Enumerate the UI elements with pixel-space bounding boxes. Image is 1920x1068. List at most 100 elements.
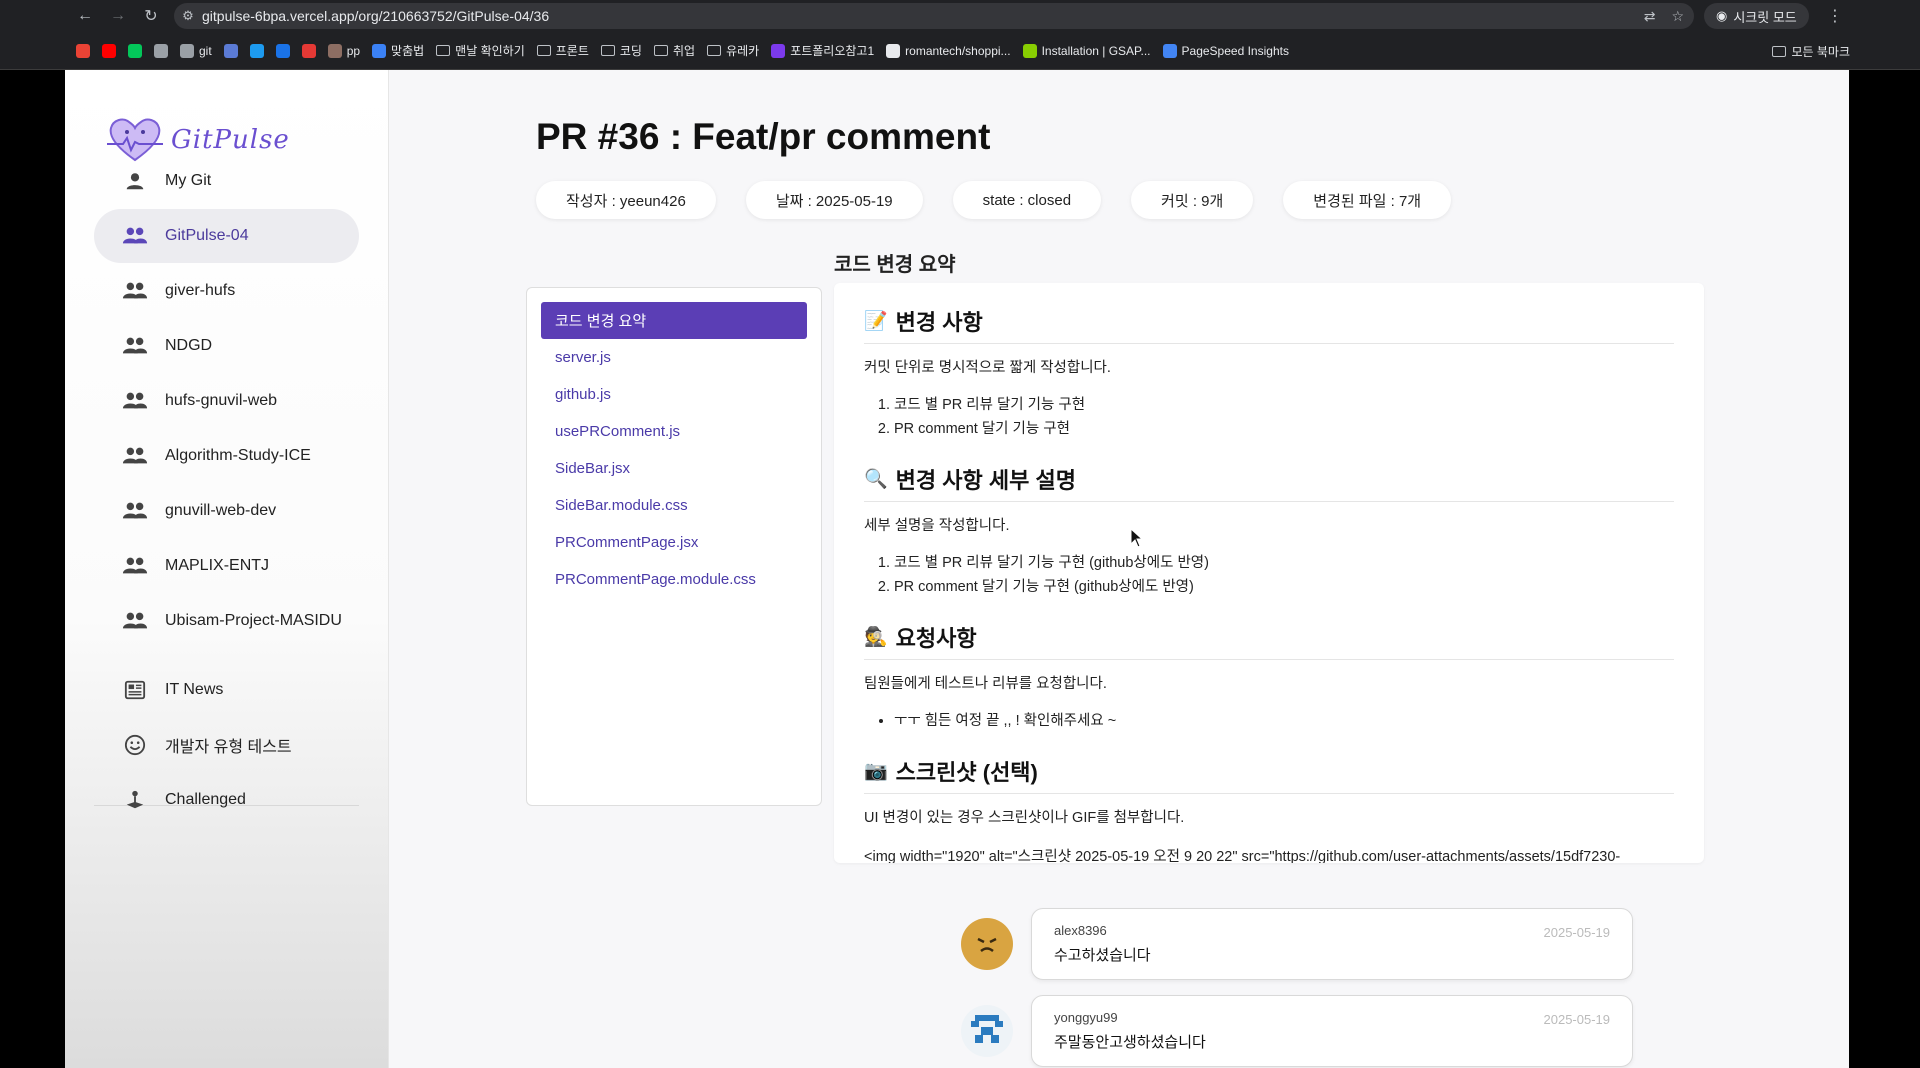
sidebar-item-label: My Git [165, 172, 212, 189]
sidebar-item[interactable]: Algorithm-Study-ICE [94, 429, 359, 483]
incognito-label: 시크릿 모드 [1733, 9, 1797, 25]
file-item[interactable]: server.js [541, 339, 807, 376]
screenshot-title: 스크린샷 (선택) [895, 760, 1038, 785]
bookmark-item[interactable] [76, 43, 90, 58]
group-icon [121, 555, 149, 577]
bookmark-item[interactable]: PageSpeed Insights [1162, 43, 1289, 58]
gmail-icon [76, 43, 90, 58]
bookmark-item[interactable]: 취업 [653, 42, 696, 59]
sidebar-item[interactable]: Challenged [94, 773, 359, 827]
pagespeed-icon [1162, 43, 1177, 58]
spell-icon [372, 43, 387, 58]
bookmark-label: 취업 [672, 44, 696, 58]
all-bookmarks-button[interactable]: 모든 북마크 [1772, 32, 1850, 70]
back-icon[interactable]: ← [70, 1, 100, 31]
group-icon [121, 500, 149, 522]
all-bookmarks-label: 모든 북마크 [1791, 44, 1850, 59]
file-item[interactable]: PRCommentPage.jsx [541, 524, 807, 561]
naver-icon [128, 43, 142, 58]
meta-pill: state : closed [952, 181, 1102, 219]
bookmark-label: git [199, 43, 212, 58]
sidebar-item[interactable]: gnuvill-web-dev [94, 484, 359, 538]
sidebar-item[interactable]: GitPulse-04 [94, 209, 359, 263]
bookmark-item[interactable] [154, 43, 168, 58]
bookmark-item[interactable]: 프론트 [536, 42, 589, 59]
list-item: PR comment 달기 기능 구현 (github상에도 반영) [894, 575, 1674, 599]
sidebar-item[interactable]: 개발자 유형 테스트 [94, 718, 359, 772]
avatar[interactable] [961, 1005, 1013, 1057]
avatar-icon [327, 43, 342, 58]
file-item[interactable]: 코드 변경 요약 [541, 302, 807, 339]
request-desc: 팀원들에게 테스트나 리뷰를 요청합니다. [864, 676, 1107, 692]
bookmark-item[interactable]: 포트폴리오참고1 [771, 42, 874, 59]
bookmark-star-icon[interactable]: ☆ [1671, 8, 1684, 25]
folder-icon [707, 45, 722, 56]
meta-pill: 날짜 : 2025-05-19 [745, 181, 923, 219]
bookmark-item[interactable]: Installation | GSAP... [1022, 43, 1151, 58]
bookmark-item[interactable]: 맞춤법 [372, 42, 424, 59]
meta-pill: 변경된 파일 : 7개 [1283, 181, 1452, 219]
screenshot-desc: UI 변경이 있는 경우 스크린샷이나 GIF를 첨부합니다. [864, 810, 1185, 826]
forward-icon[interactable]: → [103, 1, 133, 31]
request-heading: 🕵 요청사항 [864, 621, 1674, 660]
reload-icon[interactable]: ↻ [136, 1, 166, 31]
file-item[interactable]: SideBar.jsx [541, 450, 807, 487]
bookmark-item[interactable] [102, 43, 116, 58]
group-icon [121, 335, 149, 357]
file-item[interactable]: github.js [541, 376, 807, 413]
memo-icon: 📝 [864, 311, 888, 332]
bookmark-item[interactable] [275, 43, 290, 58]
file-item[interactable]: SideBar.module.css [541, 487, 807, 524]
bookmark-item[interactable] [249, 43, 264, 58]
sidebar-item[interactable]: giver-hufs [94, 264, 359, 318]
browser-menu-icon[interactable]: ⋮ [1820, 0, 1850, 32]
sidebar-item-label: IT News [165, 681, 224, 698]
bookmark-item[interactable] [301, 43, 316, 58]
address-bar[interactable]: ⚙ gitpulse-6bpa.vercel.app/org/210663752… [174, 3, 1694, 29]
incognito-icon: ◉ [1716, 8, 1728, 23]
comment-user[interactable]: yonggyu99 [1054, 1010, 1610, 1025]
bookmark-item[interactable] [128, 43, 142, 58]
newspaper-icon [121, 679, 149, 701]
meta-pill: 작성자 : yeeun426 [536, 181, 716, 219]
translate-icon[interactable]: ⇄ [1644, 8, 1656, 25]
group-icon [121, 445, 149, 467]
changes-desc: 커밋 단위로 명시적으로 짧게 작성합니다. [864, 360, 1111, 376]
bookmark-item[interactable]: romantech/shoppi... [886, 43, 1011, 58]
file-item[interactable]: usePRComment.js [541, 413, 807, 450]
avatar[interactable] [961, 918, 1013, 970]
sidebar-item[interactable]: hufs-gnuvil-web [94, 374, 359, 428]
request-title: 요청사항 [895, 626, 977, 651]
bookmark-item[interactable]: 코딩 [600, 42, 642, 59]
group-icon [121, 610, 149, 632]
bookmark-item[interactable]: 맨날 확인하기 [436, 42, 525, 59]
comment-bubble: yonggyu99 2025-05-19 주말동안고생하셨습니다 [1031, 995, 1633, 1067]
camera-icon: 📷 [864, 761, 888, 782]
file-item[interactable]: PRCommentPage.module.css [541, 561, 807, 598]
bookmark-item[interactable] [223, 43, 238, 58]
github-icon [180, 43, 194, 58]
youtube-icon [102, 43, 116, 58]
bookmark-item[interactable]: 유레카 [707, 42, 759, 59]
comment-text: 주말동안고생하셨습니다 [1054, 1034, 1206, 1051]
request-list: ㅜㅜ 힘든 여정 끝 ,, ! 확인해주세요 ~ [864, 709, 1674, 733]
bookmark-item[interactable]: pp [327, 43, 360, 58]
sidebar-item-label: gnuvill-web-dev [165, 502, 277, 519]
bookmark-item[interactable]: git [180, 43, 212, 58]
m-logo-icon [771, 43, 786, 58]
detail-heading: 🔍 변경 사항 세부 설명 [864, 463, 1674, 502]
sidebar-item[interactable]: IT News [94, 663, 359, 717]
file-list: 코드 변경 요약 server.js github.js usePRComment.j… [526, 287, 822, 806]
site-settings-icon[interactable]: ⚙ [174, 8, 202, 24]
summary-panel: 📝 변경 사항 커밋 단위로 명시적으로 짧게 작성합니다. 코드 별 PR 리… [834, 283, 1704, 863]
url-text[interactable]: gitpulse-6bpa.vercel.app/org/210663752/G… [202, 8, 549, 24]
bookmark-label: Installation | GSAP... [1041, 43, 1151, 58]
sidebar-item[interactable]: MAPLIX-ENTJ [94, 539, 359, 593]
comment-user[interactable]: alex8396 [1054, 923, 1610, 938]
bookmark-label: 유레카 [726, 44, 760, 58]
incognito-badge[interactable]: ◉ 시크릿 모드 [1704, 3, 1809, 29]
bookmark-label: 맞춤법 [391, 44, 425, 58]
sidebar-item[interactable]: NDGD [94, 319, 359, 373]
sidebar-item[interactable]: My Git [94, 154, 359, 208]
sidebar-item[interactable]: Ubisam-Project-MASIDU [94, 594, 359, 648]
